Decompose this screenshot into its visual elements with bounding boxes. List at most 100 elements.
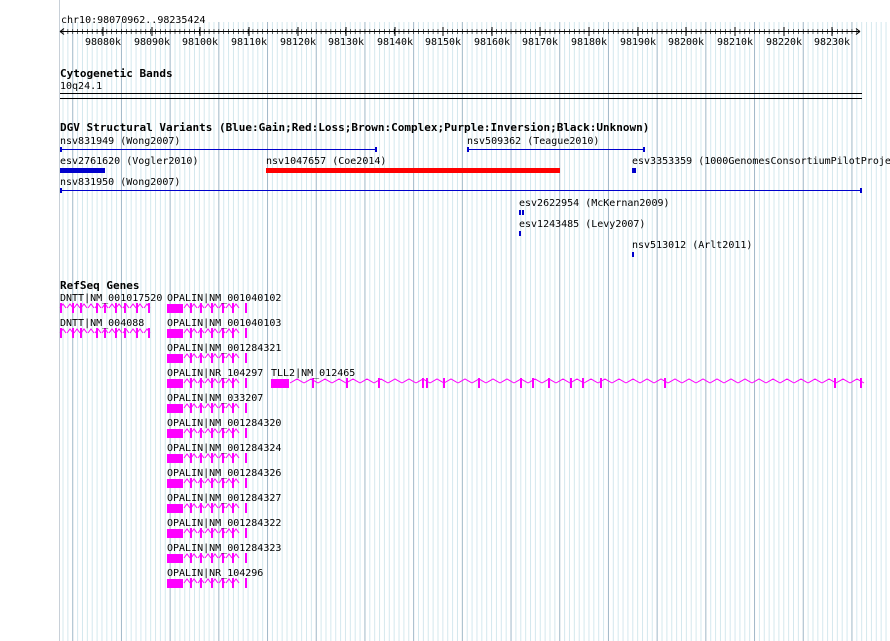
opalin-exon bbox=[222, 503, 224, 513]
ruler-tick-label: 98210k bbox=[717, 37, 753, 48]
opalin-exon bbox=[232, 553, 234, 563]
gene-label[interactable]: OPALIN|NM_001040102 bbox=[167, 293, 281, 304]
gene-label[interactable]: OPALIN|NM_001284322 bbox=[167, 518, 281, 529]
opalin-utr bbox=[167, 529, 183, 538]
gene-label[interactable]: OPALIN|NM_001284326 bbox=[167, 468, 281, 479]
opalin-exon bbox=[190, 528, 192, 538]
esv2622954-glyph bbox=[519, 210, 521, 215]
opalin-exon bbox=[245, 403, 247, 413]
opalin-exon bbox=[222, 428, 224, 438]
opalin-exon bbox=[232, 378, 234, 388]
ruler-tick-label: 98170k bbox=[522, 37, 558, 48]
dgv-feature-label[interactable]: nsv513012 (Arlt2011) bbox=[632, 240, 752, 251]
nsv509362-glyph-end bbox=[643, 147, 645, 152]
dntt-exon bbox=[80, 328, 82, 338]
opalin-exon bbox=[245, 503, 247, 513]
opalin-exon bbox=[190, 378, 192, 388]
opalin-exon bbox=[232, 453, 234, 463]
dntt-exon bbox=[136, 303, 138, 313]
opalin-exon bbox=[190, 578, 192, 588]
opalin-exon bbox=[200, 453, 202, 463]
ruler-tick-label: 98180k bbox=[571, 37, 607, 48]
nsv831950-glyph-end bbox=[60, 188, 62, 193]
opalin-exon bbox=[211, 378, 213, 388]
dgv-track-title: DGV Structural Variants (Blue:Gain;Red:L… bbox=[60, 121, 650, 134]
dgv-feature-label[interactable]: esv2622954 (McKernan2009) bbox=[519, 198, 670, 209]
refseq-track-title: RefSeq Genes bbox=[60, 279, 140, 292]
opalin-exon bbox=[190, 503, 192, 513]
dntt-exon bbox=[115, 328, 117, 338]
opalin-exon bbox=[222, 303, 224, 313]
ruler-tick-label: 98230k bbox=[814, 37, 850, 48]
tll2-exon bbox=[834, 378, 836, 388]
cytoband-label: 10q24.1 bbox=[60, 81, 103, 92]
nsv509362-glyph-end bbox=[467, 147, 469, 152]
dntt-exon bbox=[136, 328, 138, 338]
dntt-exon bbox=[148, 303, 150, 313]
gene-label[interactable]: OPALIN|NM_001040103 bbox=[167, 318, 281, 329]
dntt-exon bbox=[60, 303, 62, 313]
ruler-tick-label: 98100k bbox=[182, 37, 218, 48]
dntt-exon bbox=[80, 303, 82, 313]
dgv-feature-label[interactable]: nsv831949 (Wong2007) bbox=[60, 136, 180, 147]
nsv831950-glyph-end bbox=[860, 188, 862, 193]
opalin-exon bbox=[222, 528, 224, 538]
opalin-exon bbox=[232, 403, 234, 413]
opalin-exon bbox=[190, 353, 192, 363]
esv1243485-glyph bbox=[519, 231, 521, 236]
opalin-exon bbox=[245, 528, 247, 538]
tll2-exon bbox=[582, 378, 584, 388]
tll2-exon bbox=[443, 378, 445, 388]
tll2-exon bbox=[664, 378, 666, 388]
dgv-feature-label[interactable]: esv2761620 (Vogler2010) bbox=[60, 156, 198, 167]
gene-label[interactable]: OPALIN|NR_104297 bbox=[167, 368, 263, 379]
gene-label[interactable]: OPALIN|NM_001284323 bbox=[167, 543, 281, 554]
opalin-exon bbox=[232, 578, 234, 588]
tll2-utr bbox=[271, 379, 289, 388]
dgv-feature-label[interactable]: nsv509362 (Teague2010) bbox=[467, 136, 599, 147]
gene-label[interactable]: TLL2|NM_012465 bbox=[271, 368, 355, 379]
opalin-exon bbox=[211, 303, 213, 313]
nsv1047657-glyph bbox=[266, 168, 560, 173]
dgv-feature-label[interactable]: nsv1047657 (Coe2014) bbox=[266, 156, 386, 167]
opalin-exon bbox=[190, 328, 192, 338]
opalin-exon bbox=[190, 553, 192, 563]
dntt-exon bbox=[124, 303, 126, 313]
opalin-exon bbox=[245, 478, 247, 488]
tll2-exon bbox=[478, 378, 480, 388]
gene-label[interactable]: OPALIN|NM_033207 bbox=[167, 393, 263, 404]
dgv-feature-label[interactable]: nsv831950 (Wong2007) bbox=[60, 177, 180, 188]
gene-label[interactable]: OPALIN|NM_001284327 bbox=[167, 493, 281, 504]
opalin-exon bbox=[200, 378, 202, 388]
opalin-exon bbox=[211, 478, 213, 488]
gene-label[interactable]: DNTT|NM_004088 bbox=[60, 318, 144, 329]
opalin-exon bbox=[222, 578, 224, 588]
gene-label[interactable]: DNTT|NM_001017520 bbox=[60, 293, 162, 304]
opalin-exon bbox=[232, 478, 234, 488]
ruler-tick-label: 98120k bbox=[280, 37, 316, 48]
gene-label[interactable]: OPALIN|NM_001284320 bbox=[167, 418, 281, 429]
opalin-exon bbox=[190, 403, 192, 413]
tll2-exon bbox=[548, 378, 550, 388]
esv2761620-glyph bbox=[60, 168, 105, 173]
opalin-exon bbox=[211, 403, 213, 413]
opalin-utr bbox=[167, 329, 183, 338]
gene-label[interactable]: OPALIN|NM_001284321 bbox=[167, 343, 281, 354]
dgv-feature-label[interactable]: esv3353359 (1000GenomesConsortiumPilotPr… bbox=[632, 156, 890, 167]
opalin-exon bbox=[211, 453, 213, 463]
opalin-exon bbox=[211, 328, 213, 338]
opalin-exon bbox=[200, 578, 202, 588]
opalin-utr bbox=[167, 554, 183, 563]
opalin-exon bbox=[211, 503, 213, 513]
opalin-exon bbox=[222, 378, 224, 388]
tll2-intron bbox=[289, 378, 865, 384]
gene-label[interactable]: OPALIN|NR_104296 bbox=[167, 568, 263, 579]
dgv-feature-label[interactable]: esv1243485 (Levy2007) bbox=[519, 219, 645, 230]
gene-label[interactable]: OPALIN|NM_001284324 bbox=[167, 443, 281, 454]
opalin-exon bbox=[200, 328, 202, 338]
location-label: chr10:98070962..98235424 bbox=[61, 15, 206, 26]
opalin-exon bbox=[200, 503, 202, 513]
ruler-tick-label: 98160k bbox=[474, 37, 510, 48]
tll2-exon bbox=[532, 378, 534, 388]
cytoband-track-title: Cytogenetic Bands bbox=[60, 67, 173, 80]
